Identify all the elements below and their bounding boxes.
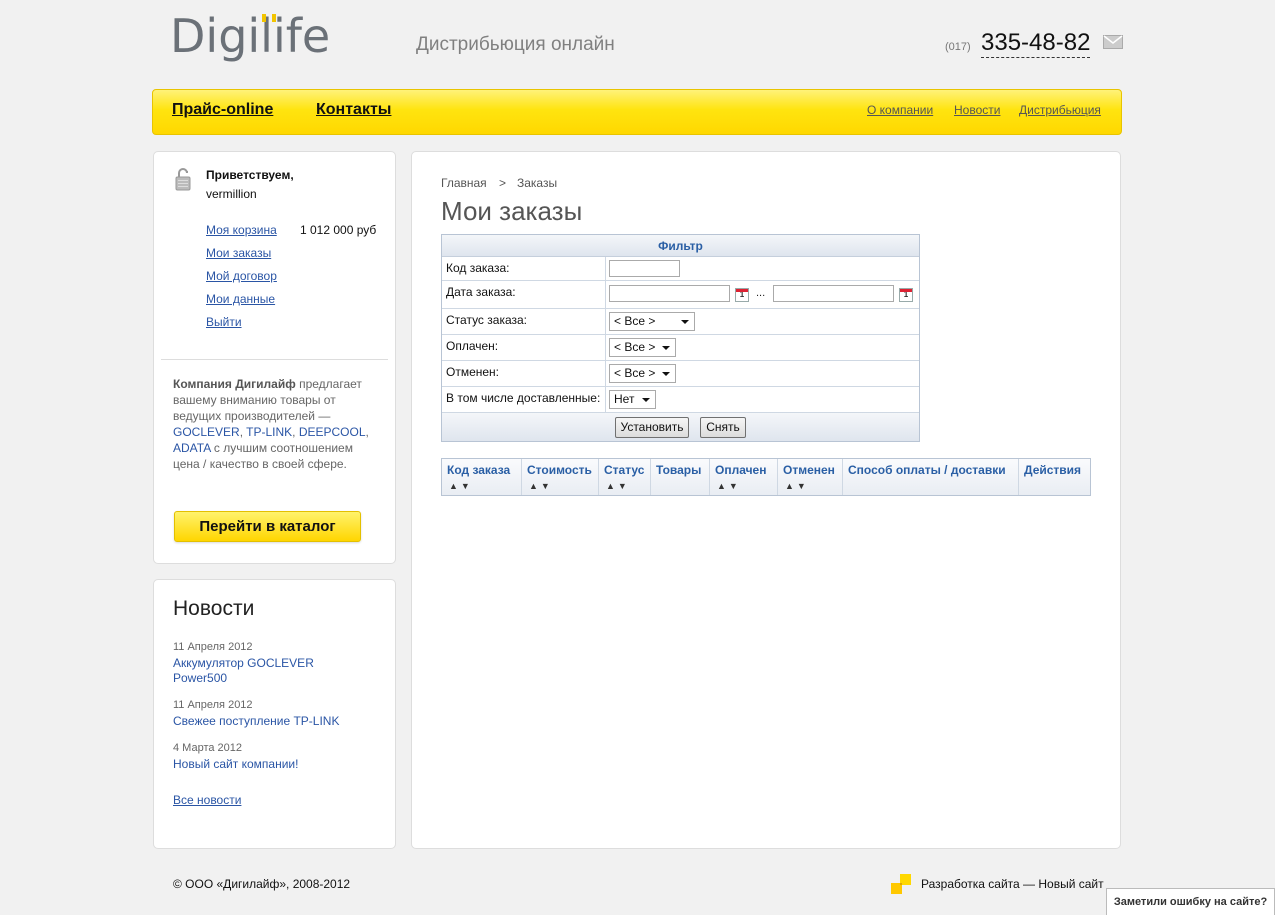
delivered-select[interactable]: Нет: [609, 390, 656, 409]
chevron-down-icon: [662, 346, 670, 350]
column-paid[interactable]: Оплачен ▲▼: [710, 459, 778, 495]
filter-row-cancelled: Отменен: < Все >: [442, 361, 919, 387]
date-from-input[interactable]: [609, 285, 730, 302]
order-date-label: Дата заказа:: [446, 285, 516, 299]
reset-filter-button[interactable]: Снять: [700, 417, 746, 438]
developer-logo-icon: [891, 874, 911, 896]
filter-row-paid: Оплачен: < Все >: [442, 335, 919, 361]
sort-icon[interactable]: ▲▼: [717, 481, 741, 491]
developer-link[interactable]: Разработка сайта — Новый сайт: [921, 877, 1104, 891]
breadcrumb-home[interactable]: Главная: [441, 176, 487, 190]
news-heading: Новости: [173, 597, 255, 620]
my-data-link[interactable]: Мои данные: [206, 292, 275, 306]
column-goods: Товары: [651, 459, 710, 495]
lock-icon: [175, 167, 191, 191]
username: vermillion: [206, 187, 257, 201]
chevron-down-icon: [681, 320, 689, 324]
my-contract-link[interactable]: Мой договор: [206, 269, 277, 283]
brand-goclever-link[interactable]: GOCLEVER: [173, 425, 240, 439]
report-error-tab[interactable]: Заметили ошибку на сайте?: [1106, 888, 1275, 915]
date-range-separator: ...: [756, 287, 766, 299]
apply-filter-button[interactable]: Установить: [615, 417, 689, 438]
nav-price-online[interactable]: Прайс-online: [172, 101, 273, 119]
brand-deepcool-link[interactable]: DEEPCOOL: [299, 425, 366, 439]
filter-row-order-code: Код заказа:: [442, 257, 919, 281]
chevron-down-icon: [642, 398, 650, 402]
column-order-code[interactable]: Код заказа ▲▼: [442, 459, 522, 495]
cart-link[interactable]: Моя корзина: [206, 223, 277, 237]
paid-select[interactable]: < Все >: [609, 338, 676, 357]
column-cancelled[interactable]: Отменен ▲▼: [778, 459, 843, 495]
chevron-down-icon: [662, 372, 670, 376]
nav-distribution[interactable]: Дистрибьюция: [1019, 103, 1101, 117]
news-date: 11 Апреля 2012: [173, 699, 253, 711]
filter-row-delivered: В том числе доставленные: Нет: [442, 387, 919, 413]
column-actions: Действия: [1024, 463, 1082, 477]
orders-table-header: Код заказа ▲▼ Стоимость ▲▼ Статус ▲▼ Тов…: [441, 458, 1091, 496]
news-date: 4 Марта 2012: [173, 742, 243, 754]
cancelled-select[interactable]: < Все >: [609, 364, 676, 383]
delivered-label: В том числе доставленные:: [446, 391, 601, 405]
status-label: Статус заказа:: [446, 313, 528, 327]
filter-header: Фильтр: [442, 235, 919, 257]
copyright: © ООО «Дигилайф», 2008-2012: [173, 877, 351, 891]
all-news-link[interactable]: Все новости: [173, 793, 241, 807]
sort-icon[interactable]: ▲▼: [449, 481, 473, 491]
paid-label: Оплачен:: [446, 339, 499, 353]
page-title: Мои заказы: [441, 196, 583, 226]
breadcrumb-separator: >: [499, 176, 507, 190]
logo-text: Digilife: [170, 12, 330, 63]
go-to-catalog-button[interactable]: Перейти в каталог: [174, 511, 361, 542]
news-item-link[interactable]: Новый сайт компании!: [173, 757, 343, 772]
promo-company: Компания Дигилайф: [173, 377, 296, 391]
digilife-logo[interactable]: Digilife: [170, 9, 335, 68]
brand-adata-link[interactable]: ADATA: [173, 441, 211, 455]
user-panel: [153, 151, 396, 564]
calendar-icon[interactable]: 1: [735, 288, 749, 302]
greeting-text: Приветствуем,: [206, 168, 294, 182]
mail-icon[interactable]: [1103, 35, 1123, 49]
promo-text: Компания Дигилайф предлагает вашему вним…: [173, 377, 369, 471]
logout-link[interactable]: Выйти: [206, 315, 242, 329]
my-orders-link[interactable]: Мои заказы: [206, 246, 271, 260]
news-item-link[interactable]: Аккумулятор GOCLEVER Power500: [173, 656, 343, 686]
phone-number[interactable]: 335-48-82: [981, 29, 1091, 58]
status-select[interactable]: < Все >: [609, 312, 695, 331]
cancelled-label: Отменен:: [446, 365, 500, 379]
date-to-input[interactable]: [773, 285, 894, 302]
nav-about[interactable]: О компании: [867, 103, 933, 117]
filter-row-status: Статус заказа: < Все >: [442, 309, 919, 335]
phone-code: (017): [945, 41, 971, 53]
column-cost[interactable]: Стоимость ▲▼: [522, 459, 599, 495]
filter-row-order-date: Дата заказа: 1 ... 1: [442, 281, 919, 309]
filter-actions: Установить Снять: [442, 413, 919, 441]
calendar-icon[interactable]: 1: [899, 288, 913, 302]
column-payment-delivery: Способ оплаты / доставки: [843, 459, 1019, 495]
cart-sum: 1 012 000 руб: [300, 223, 377, 237]
breadcrumb-current: Заказы: [517, 176, 558, 190]
sort-icon[interactable]: ▲▼: [606, 481, 630, 491]
divider: [161, 359, 388, 360]
brand-tplink-link[interactable]: TP-LINK: [246, 425, 292, 439]
order-code-input[interactable]: [609, 260, 680, 277]
news-item-link[interactable]: Свежее поступление TP-LINK: [173, 714, 343, 729]
site-tagline: Дистрибьюция онлайн: [416, 34, 615, 55]
sort-icon[interactable]: ▲▼: [529, 481, 553, 491]
nav-news[interactable]: Новости: [954, 103, 1000, 117]
news-date: 11 Апреля 2012: [173, 641, 253, 653]
column-status[interactable]: Статус ▲▼: [599, 459, 651, 495]
order-code-label: Код заказа:: [446, 261, 510, 275]
sort-icon[interactable]: ▲▼: [785, 481, 809, 491]
nav-contacts[interactable]: Контакты: [316, 101, 391, 119]
filter-form: Фильтр Код заказа: Дата заказа: 1 ... 1 …: [441, 234, 920, 442]
